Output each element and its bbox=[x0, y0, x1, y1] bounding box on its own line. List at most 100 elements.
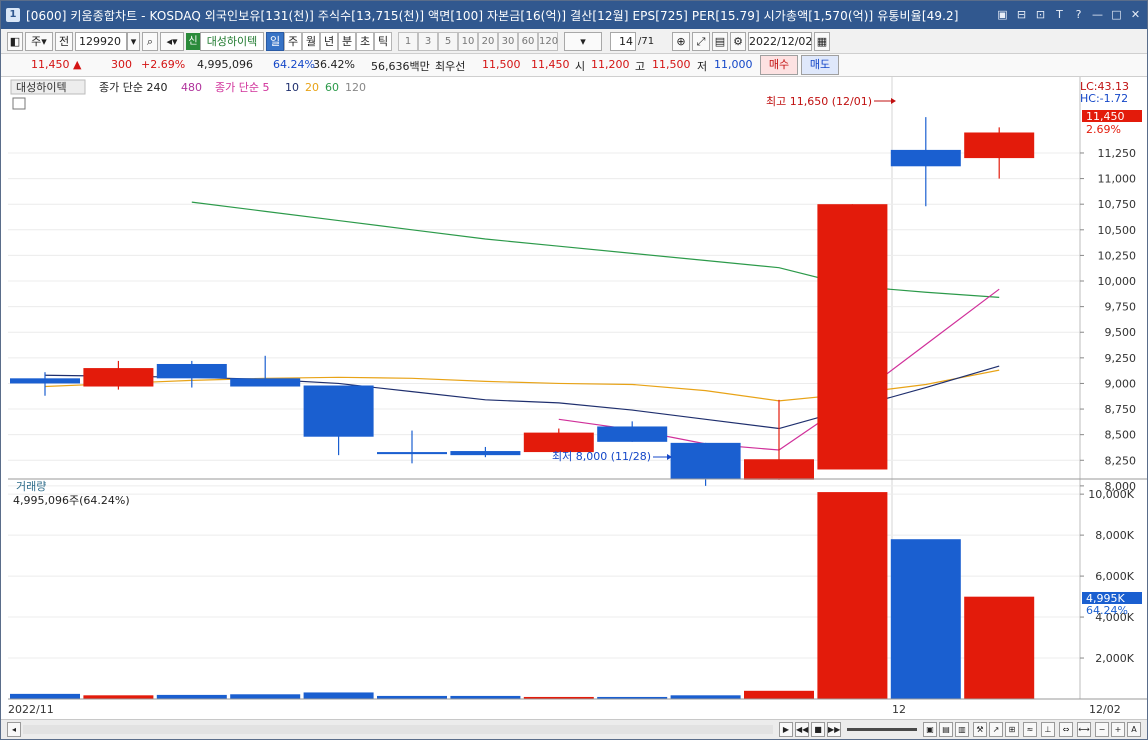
price-tick-label: 8,750 bbox=[1105, 403, 1137, 416]
interval-5[interactable]: 5 bbox=[438, 31, 458, 51]
high-annotation: 최고 11,650 (12/01) bbox=[766, 95, 872, 108]
code-dropdown-icon[interactable]: ▾ bbox=[127, 31, 140, 51]
turnover-ratio: 36.42% bbox=[313, 58, 355, 71]
period-second[interactable]: 초 bbox=[356, 31, 374, 51]
layout-c-icon[interactable]: ▥ bbox=[955, 722, 969, 737]
interval-3[interactable]: 3 bbox=[418, 31, 438, 51]
window-number-badge[interactable]: 1 bbox=[6, 8, 20, 22]
trend-line-icon[interactable]: ↗ bbox=[989, 722, 1003, 737]
close-button[interactable]: ✕ bbox=[1128, 7, 1143, 22]
volume-bar bbox=[817, 492, 888, 699]
interval-30[interactable]: 30 bbox=[498, 31, 518, 51]
panel-toggle-icon[interactable]: ◧ bbox=[7, 31, 23, 51]
period-tick[interactable]: 틱 bbox=[374, 31, 392, 51]
draw-line-icon[interactable]: ⤢ bbox=[692, 31, 710, 51]
help-icon[interactable]: ? bbox=[1071, 7, 1086, 22]
high-label: 고 bbox=[635, 60, 646, 73]
period-year[interactable]: 년 bbox=[320, 31, 338, 51]
candle-body bbox=[156, 363, 227, 379]
sound-icon[interactable]: ◂▾ bbox=[160, 31, 184, 51]
count-total: /71 bbox=[638, 35, 655, 47]
ma-long-480-legend[interactable]: 480 bbox=[181, 81, 202, 94]
date-axis-start: 2022/11 bbox=[8, 703, 54, 716]
stock-code-input[interactable]: 129920 bbox=[75, 31, 127, 51]
volume-bar bbox=[890, 539, 961, 699]
save-icon[interactable]: ▤ bbox=[712, 31, 728, 51]
layout-a-icon[interactable]: ▣ bbox=[923, 722, 937, 737]
search-icon[interactable]: ⌕ bbox=[142, 31, 158, 51]
volume-bar bbox=[230, 694, 301, 699]
low-annotation: 최저 8,000 (11/28) bbox=[552, 450, 651, 463]
date-input[interactable]: 2022/12/02 bbox=[748, 31, 812, 51]
layout-icon[interactable]: ▣ bbox=[995, 7, 1010, 22]
high-price: 11,500 bbox=[652, 58, 691, 71]
prev-button[interactable]: 전 bbox=[55, 31, 73, 51]
price-tick-label: 10,250 bbox=[1098, 249, 1137, 262]
ma120-legend[interactable]: 120 bbox=[345, 81, 366, 94]
ma20-legend[interactable]: 20 bbox=[305, 81, 319, 94]
candle-body bbox=[303, 385, 374, 437]
restore-layout-icon[interactable]: ⊡ bbox=[1033, 7, 1048, 22]
ma60-legend[interactable]: 60 bbox=[325, 81, 339, 94]
ma5-legend[interactable]: 종가 단순 5 bbox=[215, 81, 269, 94]
count-input[interactable]: 14 bbox=[610, 31, 636, 51]
buy-button[interactable]: 매수 bbox=[760, 55, 798, 75]
candle-body bbox=[230, 378, 301, 387]
candles bbox=[10, 117, 1035, 486]
minimize-button[interactable]: — bbox=[1090, 7, 1105, 22]
interval-10[interactable]: 10 bbox=[458, 31, 478, 51]
period-week[interactable]: 주 bbox=[284, 31, 302, 51]
zoom-in-icon[interactable]: + bbox=[1111, 722, 1125, 737]
chart-area[interactable]: 8,000 8,250 8,500 8,750 9,000 9,250 9,500 9,750… bbox=[8, 77, 1147, 719]
play-icon[interactable]: ▶ bbox=[779, 722, 793, 737]
hc-value: HC:-1.72 bbox=[1080, 92, 1128, 105]
indicator-icon[interactable]: ⚒ bbox=[973, 722, 987, 737]
price-tick-label: 9,750 bbox=[1105, 301, 1137, 314]
new-listing-badge: 신 bbox=[186, 32, 200, 50]
volume-bar bbox=[670, 695, 741, 699]
crosshair-icon[interactable]: ⊥ bbox=[1041, 722, 1055, 737]
speed-slider[interactable] bbox=[847, 728, 917, 731]
interval-20[interactable]: 20 bbox=[478, 31, 498, 51]
split-icon[interactable]: ⊟ bbox=[1014, 7, 1029, 22]
sell-button[interactable]: 매도 bbox=[801, 55, 839, 75]
text-size-icon[interactable]: A bbox=[1127, 722, 1141, 737]
scroll-track[interactable] bbox=[23, 725, 773, 734]
period-minute[interactable]: 분 bbox=[338, 31, 356, 51]
scroll-left-icon[interactable]: ◂ bbox=[7, 722, 21, 737]
week-select[interactable]: 주▾ bbox=[25, 31, 53, 51]
table-icon[interactable] bbox=[12, 97, 26, 110]
font-icon[interactable]: T bbox=[1052, 7, 1067, 22]
chart-type-icon[interactable]: ⊞ bbox=[1005, 722, 1019, 737]
zoom-out-icon[interactable]: − bbox=[1095, 722, 1109, 737]
quote-row: 11,450 ▲ 300 +2.69% 4,995,096 64.24% 36.… bbox=[1, 54, 1147, 77]
calendar-icon[interactable]: ▦ bbox=[814, 31, 830, 51]
zoom-icon[interactable]: ⊕ bbox=[672, 31, 690, 51]
high-arrow-head bbox=[891, 98, 896, 104]
stop-icon[interactable]: ■ bbox=[811, 722, 825, 737]
layout-b-icon[interactable]: ▤ bbox=[939, 722, 953, 737]
last-price-label: 11,450 bbox=[1086, 110, 1125, 123]
period-day[interactable]: 일 bbox=[266, 31, 284, 51]
fast-forward-icon[interactable]: ▶▶ bbox=[827, 722, 841, 737]
ma10-legend[interactable]: 10 bbox=[285, 81, 299, 94]
trade-amount: 56,636백만 bbox=[371, 60, 430, 73]
interval-120[interactable]: 120 bbox=[538, 31, 558, 51]
rewind-icon[interactable]: ◀◀ bbox=[795, 722, 809, 737]
full-range-icon[interactable]: ⟷ bbox=[1077, 722, 1091, 737]
ma-long-legend[interactable]: 종가 단순 240 bbox=[99, 81, 167, 94]
fit-icon[interactable]: ⇔ bbox=[1059, 722, 1073, 737]
compare-icon[interactable]: ≈ bbox=[1023, 722, 1037, 737]
interval-1[interactable]: 1 bbox=[398, 31, 418, 51]
settings-icon[interactable]: ⚙ bbox=[730, 31, 746, 51]
interval-custom-select[interactable]: ▾ bbox=[564, 31, 602, 51]
price-volume-chart[interactable]: 8,0008,2508,5008,7509,0009,2509,5009,750… bbox=[8, 77, 1147, 719]
maximize-button[interactable]: □ bbox=[1109, 7, 1124, 22]
up-arrow-icon: ▲ bbox=[73, 58, 82, 71]
candle-body bbox=[817, 204, 888, 470]
price-tick-label: 9,500 bbox=[1105, 326, 1137, 339]
interval-60[interactable]: 60 bbox=[518, 31, 538, 51]
stock-name-field[interactable]: 대성하이텍 bbox=[200, 31, 264, 51]
price-change: 300 bbox=[111, 58, 132, 71]
period-month[interactable]: 월 bbox=[302, 31, 320, 51]
